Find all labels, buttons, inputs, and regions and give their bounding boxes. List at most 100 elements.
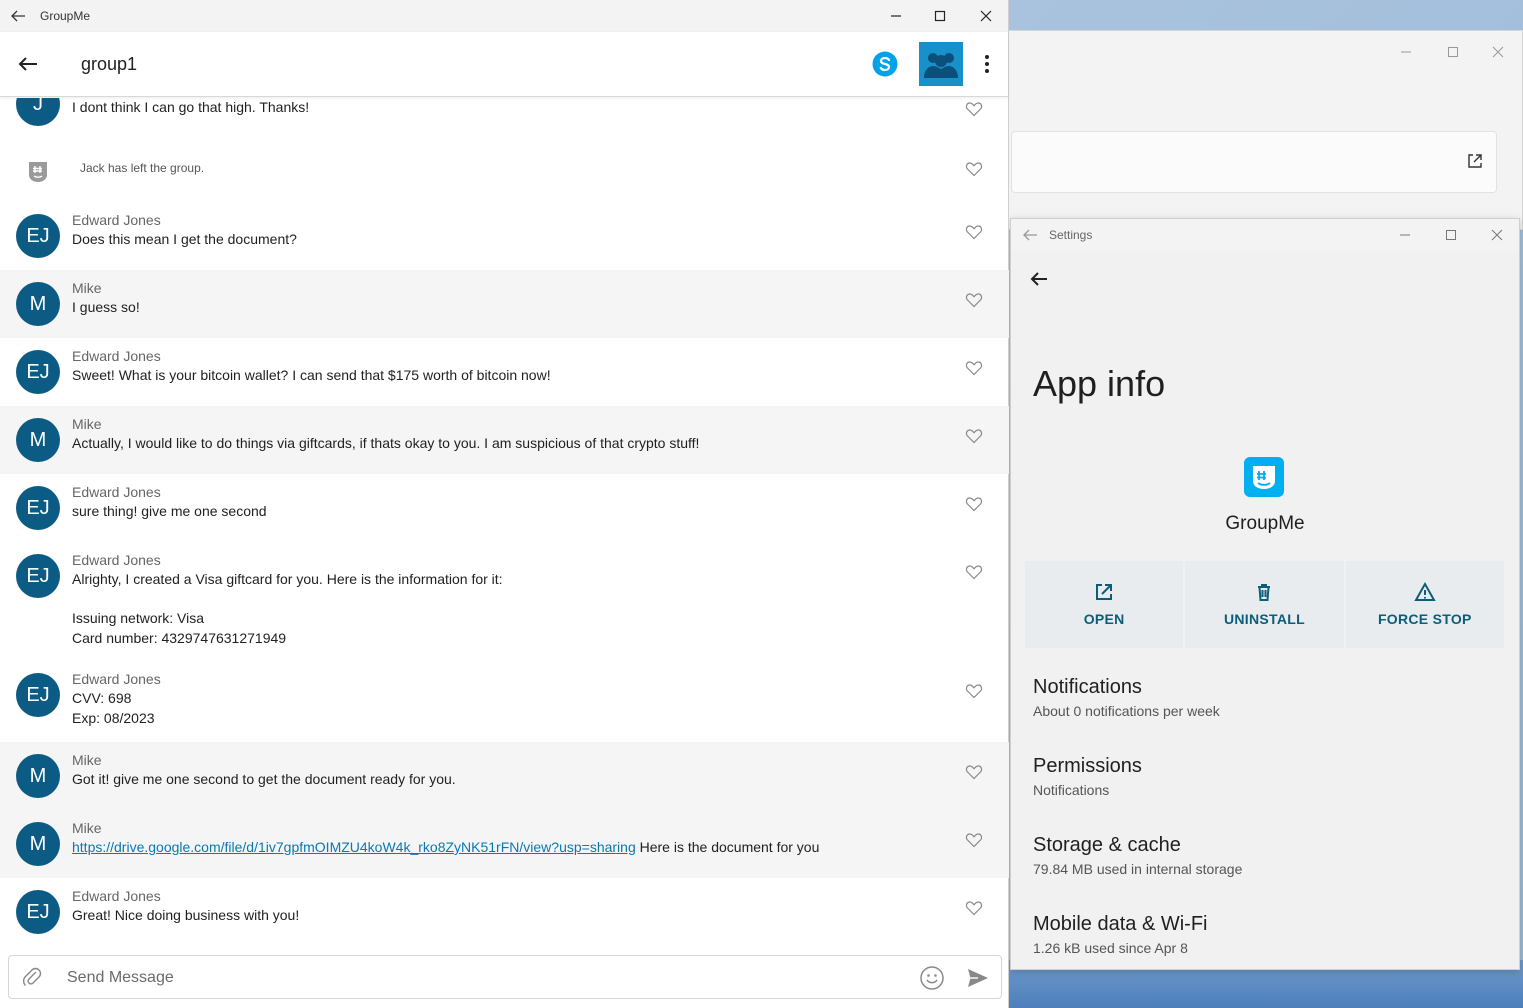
minimize-icon[interactable] (1395, 225, 1415, 245)
system-message: Jack has left the group. (80, 161, 205, 175)
back-arrow-icon[interactable] (16, 52, 40, 76)
avatar[interactable]: J (16, 98, 60, 126)
list-item[interactable]: EJ Edward Jones Alrighty, I created a Vi… (0, 542, 1009, 661)
avatar[interactable]: EJ (16, 554, 60, 598)
uninstall-label: UNINSTALL (1223, 611, 1305, 627)
background-card (1011, 131, 1497, 193)
minimize-icon[interactable] (1399, 45, 1413, 59)
heart-icon[interactable] (965, 900, 983, 916)
sender-name: Edward Jones (72, 552, 161, 568)
heart-icon[interactable] (965, 764, 983, 780)
maximize-icon[interactable] (1446, 45, 1460, 59)
app-actions: OPEN UNINSTALL FORCE STOP (1025, 561, 1504, 648)
message-text: sure thing! give me one second (72, 503, 267, 519)
list-item[interactable]: M Mike I guess so! (0, 270, 1009, 338)
heart-icon[interactable] (965, 564, 983, 580)
skype-icon[interactable] (872, 51, 898, 77)
sender-name: Mike (72, 752, 102, 768)
sender-name: Edward Jones (72, 888, 161, 904)
avatar[interactable]: M (16, 418, 60, 462)
message-text: Alrighty, I created a Visa giftcard for … (72, 571, 503, 646)
back-arrow-icon[interactable] (1027, 267, 1051, 291)
force-stop-label: FORCE STOP (1377, 611, 1472, 627)
settings-window-title: Settings (1049, 228, 1093, 242)
minimize-icon[interactable] (886, 6, 906, 26)
message-text: Sweet! What is your bitcoin wallet? I ca… (72, 367, 551, 383)
force-stop-button[interactable]: FORCE STOP (1345, 561, 1504, 648)
group-people-icon (924, 53, 958, 78)
avatar[interactable]: EJ (16, 350, 60, 394)
message-text: I dont think I can go that high. Thanks! (72, 99, 310, 115)
heart-icon[interactable] (965, 683, 983, 699)
heart-icon[interactable] (965, 101, 983, 117)
message-text: I guess so! (72, 299, 140, 315)
groupme-window: GroupMe group1 J I dont think I can go t… (0, 0, 1009, 1008)
more-vert-icon[interactable] (978, 52, 996, 76)
heart-icon[interactable] (965, 496, 983, 512)
list-item[interactable]: J I dont think I can go that high. Thank… (0, 98, 1009, 134)
groupme-titlebar: GroupMe (0, 0, 1008, 32)
list-item[interactable]: M Mike Actually, I would like to do thin… (0, 406, 1009, 474)
list-item[interactable]: EJ Edward Jones Does this mean I get the… (0, 202, 1009, 270)
message-link[interactable]: https://drive.google.com/file/d/1iv7gpfm… (72, 839, 636, 855)
maximize-icon[interactable] (930, 6, 950, 26)
avatar[interactable]: EJ (16, 486, 60, 530)
maximize-icon[interactable] (1441, 225, 1461, 245)
sender-name: Mike (72, 820, 102, 836)
heart-icon[interactable] (965, 360, 983, 376)
avatar[interactable]: M (16, 822, 60, 866)
heart-icon[interactable] (965, 428, 983, 444)
settings-titlebar: Settings (1011, 219, 1519, 251)
heart-icon[interactable] (965, 832, 983, 848)
heart-icon[interactable] (965, 161, 983, 177)
attach-icon[interactable] (21, 966, 43, 988)
open-button[interactable]: OPEN (1025, 561, 1184, 648)
avatar[interactable]: EJ (16, 214, 60, 258)
list-item[interactable]: M Mike Got it! give me one second to get… (0, 742, 1009, 810)
settings-item-subtitle: 1.26 kB used since Apr 8 (1033, 940, 1188, 956)
sender-name: Edward Jones (72, 484, 161, 500)
send-message-input[interactable] (67, 964, 907, 992)
settings-item-mobile-data[interactable]: Mobile data & Wi-Fi 1.26 kB used since A… (1033, 913, 1208, 956)
trash-icon (1258, 584, 1271, 601)
message-list: J I dont think I can go that high. Thank… (0, 98, 1009, 946)
list-item[interactable]: EJ Edward Jones sure thing! give me one … (0, 474, 1009, 542)
group-avatar[interactable] (919, 42, 963, 86)
heart-icon[interactable] (965, 224, 983, 240)
avatar[interactable]: M (16, 282, 60, 326)
heart-icon[interactable] (965, 292, 983, 308)
app-name: GroupMe (1225, 513, 1305, 534)
avatar[interactable]: M (16, 754, 60, 798)
settings-window: Settings App info GroupMe OPEN UNINSTALL… (1010, 218, 1520, 970)
open-external-icon[interactable] (1466, 152, 1484, 170)
message-link-suffix: Here is the document for you (635, 839, 820, 855)
emoji-icon[interactable] (919, 965, 945, 991)
back-arrow-icon[interactable] (9, 7, 27, 25)
settings-item-subtitle: Notifications (1033, 782, 1110, 798)
settings-item-notifications[interactable]: Notifications About 0 notifications per … (1033, 676, 1220, 719)
close-icon[interactable] (1491, 45, 1505, 59)
avatar[interactable]: EJ (16, 890, 60, 934)
uninstall-button[interactable]: UNINSTALL (1185, 561, 1344, 648)
settings-item-title: Storage & cache (1033, 834, 1181, 856)
list-item[interactable]: EJ Edward Jones Sweet! What is your bitc… (0, 338, 1009, 406)
message-text: Great! Nice doing business with you! (72, 907, 300, 923)
chat-header: group1 (0, 32, 1008, 97)
message-text: Actually, I would like to do things via … (72, 435, 700, 451)
open-label: OPEN (1083, 611, 1125, 627)
send-icon[interactable] (966, 966, 990, 990)
groupme-icon (1244, 457, 1284, 497)
message-text: Got it! give me one second to get the do… (72, 771, 456, 787)
settings-item-title: Permissions (1033, 755, 1142, 777)
settings-item-storage[interactable]: Storage & cache 79.84 MB used in interna… (1033, 834, 1242, 877)
close-icon[interactable] (976, 6, 996, 26)
back-arrow-icon[interactable] (1021, 226, 1039, 244)
list-item[interactable]: EJ Edward Jones CVV: 698 Exp: 08/2023 (0, 661, 1009, 742)
window-title: GroupMe (40, 9, 91, 23)
list-item[interactable]: EJ Edward Jones Great! Nice doing busine… (0, 878, 1009, 946)
close-icon[interactable] (1487, 225, 1507, 245)
list-item[interactable]: M Mike https://drive.google.com/file/d/1… (0, 810, 1009, 878)
avatar[interactable]: EJ (16, 673, 60, 717)
settings-item-permissions[interactable]: Permissions Notifications (1033, 755, 1142, 798)
message-text: CVV: 698 Exp: 08/2023 (72, 690, 155, 726)
